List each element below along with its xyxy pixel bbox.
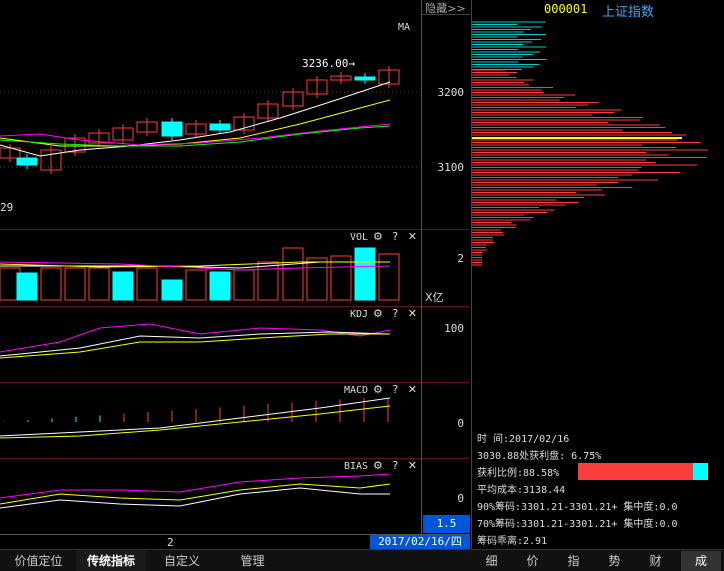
volume-bar [136,267,158,301]
tab-manage[interactable]: 管理 [225,551,280,571]
time-axis: 2 2017/02/16/四 [0,534,470,549]
volume-bar [40,267,62,301]
tab-index[interactable]: 指 [558,551,589,571]
chip-histogram [472,21,708,266]
crosshair-date-box: 2017/02/16/四 [370,535,470,549]
vol-unit-label: X亿 [425,291,444,304]
kdj-axis-tick: 100 [444,322,464,335]
volume-bar [88,267,110,301]
time-axis-label: 2 [167,536,174,549]
loss-portion-bar [693,463,708,480]
axis-tick: 3200 [437,86,465,99]
stock-code: 000001 [544,2,588,16]
volume-bar [209,271,231,301]
bias-axis-tick: 0 [457,492,464,505]
volume-bar [185,269,207,301]
crosshair-value-box: 1.5 [423,515,470,533]
info-profit-ratio: 获利比例:88.58% [477,468,560,479]
volume-bar [330,255,352,301]
bias-line [0,483,391,505]
tab-traditional-indicators[interactable]: 传统指标 [76,551,146,571]
candle [209,123,231,131]
hide-panel-button[interactable]: 隐藏>> [421,0,470,15]
high-price-marker: 3236.00→ [302,57,355,70]
info-profit-at: 3030.88处获利盘: 6.75% [477,451,602,462]
macd-axis-tick: 0 [457,417,464,430]
volume-bar [64,267,86,301]
macd-label[interactable]: MACD [344,385,368,396]
stock-name: 上证指数 [602,5,655,20]
info-avg-cost: 平均成本:3138.44 [477,485,566,496]
tab-trend[interactable]: 势 [599,551,630,571]
volume-bar [112,271,134,301]
volume-bar [161,279,183,301]
bias-controls[interactable]: ⚙ ? ✕ [373,459,420,472]
candle [16,157,38,166]
macd-controls[interactable]: ⚙ ? ✕ [373,383,420,396]
tab-finance[interactable]: 财 [640,551,671,571]
macd-dif-line [0,397,391,437]
kline-svg [0,66,420,509]
axis-tick: 3100 [437,161,465,174]
bias-label[interactable]: BIAS [344,461,368,472]
chip-distribution-panel[interactable]: 000001 上证指数 时 间:2017/02/16 3030.88处获利盘: … [471,0,724,549]
kdj-label[interactable]: KDJ [350,309,368,320]
volume-bar [378,253,400,301]
ma-label: MA [398,22,411,33]
partial-price-label: 29 [0,201,14,214]
tab-value-position[interactable]: 价值定位 [6,551,71,571]
vol-label[interactable]: VOL [350,232,368,243]
kdj-controls[interactable]: ⚙ ? ✕ [373,307,420,320]
volume-bar [282,247,304,301]
tab-detail[interactable]: 细 [476,551,507,571]
info-chip-deviation: 筹码乖离:2.91 [477,536,548,547]
volume-bar [306,257,328,301]
volume-bar [354,247,376,301]
candle [354,76,376,81]
volume-bar [233,269,255,301]
profit-ratio-bar [578,463,708,480]
volume-bar [16,272,38,301]
bottom-tab-bar: 价值定位 传统指标 自定义 管理 细 价 指 势 财 成 [0,549,724,571]
vol-controls[interactable]: ⚙ ? ✕ [373,230,420,243]
info-chip-90: 90%筹码:3301.21-3301.21+ 集中度:0.0 [477,502,678,513]
tab-chips[interactable]: 成 [681,551,721,571]
price-axis: 3200 3100 2 X亿 100 0 0 1.5 [421,0,470,534]
info-chip-70: 70%筹码:3301.21-3301.21+ 集中度:0.0 [477,519,678,530]
tab-price[interactable]: 价 [517,551,548,571]
candle [161,121,183,137]
ma10-line [0,99,391,147]
volume-bar [257,261,279,301]
tab-custom[interactable]: 自定义 [152,551,212,571]
vol-axis-tick: 2 [457,252,464,265]
kdj-k-line [0,331,391,357]
info-time: 时 间:2017/02/16 [477,434,570,445]
kline-chart-area[interactable]: MA 3236.00→ 29 [0,0,420,534]
